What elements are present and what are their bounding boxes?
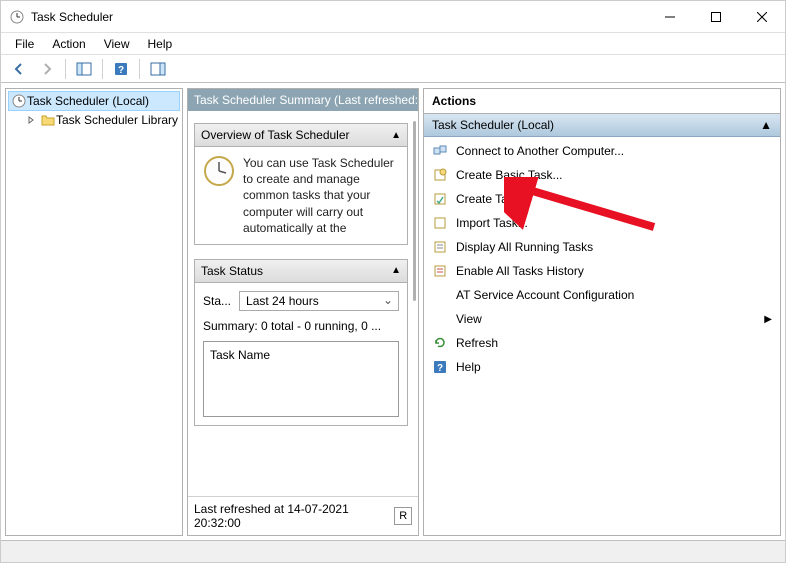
toolbar: ? bbox=[1, 55, 785, 83]
close-button[interactable] bbox=[739, 1, 785, 32]
tree-panel: Task Scheduler (Local) Task Scheduler Li… bbox=[5, 88, 183, 536]
center-header: Task Scheduler Summary (Last refreshed: … bbox=[188, 89, 418, 111]
task-status-group: Task Status ▲ Sta... Last 24 hours Summa… bbox=[194, 259, 408, 426]
resize-grip[interactable] bbox=[769, 541, 785, 562]
overview-group-header[interactable]: Overview of Task Scheduler ▲ bbox=[195, 124, 407, 147]
action-label: Create Basic Task... bbox=[456, 168, 772, 182]
action-label: Display All Running Tasks bbox=[456, 240, 772, 254]
display-running-icon bbox=[432, 239, 448, 255]
tree-root[interactable]: Task Scheduler (Local) bbox=[8, 91, 180, 111]
window-title: Task Scheduler bbox=[31, 10, 647, 24]
blank-icon bbox=[432, 287, 448, 303]
actions-pane-button[interactable] bbox=[146, 58, 170, 80]
refresh-button-small[interactable]: R bbox=[394, 507, 412, 525]
status-timeframe-select[interactable]: Last 24 hours bbox=[239, 291, 399, 311]
actions-title: Actions bbox=[424, 89, 780, 114]
maximize-button[interactable] bbox=[693, 1, 739, 32]
submenu-arrow-icon: ▶ bbox=[764, 314, 772, 325]
clock-icon bbox=[11, 93, 27, 109]
statusbar bbox=[1, 540, 785, 562]
task-status-title: Task Status bbox=[201, 264, 263, 278]
action-item-help[interactable]: ? Help bbox=[424, 355, 780, 379]
action-item-refresh[interactable]: Refresh bbox=[424, 331, 780, 355]
action-label: AT Service Account Configuration bbox=[456, 288, 772, 302]
action-label: Enable All Tasks History bbox=[456, 264, 772, 278]
app-icon bbox=[9, 9, 25, 25]
collapse-icon[interactable]: ▲ bbox=[760, 118, 772, 132]
blank-icon bbox=[432, 311, 448, 327]
overview-text: You can use Task Scheduler to create and… bbox=[243, 155, 399, 236]
forward-button[interactable] bbox=[35, 58, 59, 80]
actions-subheader-label: Task Scheduler (Local) bbox=[432, 118, 554, 132]
action-label: Refresh bbox=[456, 336, 772, 350]
show-hide-tree-button[interactable] bbox=[72, 58, 96, 80]
scrollbar-thumb[interactable] bbox=[413, 121, 416, 301]
menubar: File Action View Help bbox=[1, 33, 785, 55]
import-icon bbox=[432, 215, 448, 231]
action-label: Connect to Another Computer... bbox=[456, 144, 772, 158]
status-label: Sta... bbox=[203, 294, 231, 308]
action-item-at-service-account-configuration[interactable]: AT Service Account Configuration bbox=[424, 283, 780, 307]
collapse-icon[interactable]: ▲ bbox=[391, 265, 401, 276]
tree-root-label: Task Scheduler (Local) bbox=[27, 94, 149, 108]
refresh-icon bbox=[432, 335, 448, 351]
action-item-display-all-running-tasks[interactable]: Display All Running Tasks bbox=[424, 235, 780, 259]
help-button[interactable]: ? bbox=[109, 58, 133, 80]
enable-history-icon bbox=[432, 263, 448, 279]
action-label: Help bbox=[456, 360, 772, 374]
action-item-enable-all-tasks-history[interactable]: Enable All Tasks History bbox=[424, 259, 780, 283]
menu-view[interactable]: View bbox=[96, 35, 138, 53]
status-summary: Summary: 0 total - 0 running, 0 ... bbox=[203, 319, 399, 333]
task-icon bbox=[432, 191, 448, 207]
action-item-import-task[interactable]: Import Task... bbox=[424, 211, 780, 235]
basic-task-icon bbox=[432, 167, 448, 183]
content-area: Task Scheduler (Local) Task Scheduler Li… bbox=[1, 83, 785, 540]
action-label: Create Task... bbox=[456, 192, 772, 206]
center-panel: Task Scheduler Summary (Last refreshed: … bbox=[187, 88, 419, 536]
action-item-create-task[interactable]: Create Task... bbox=[424, 187, 780, 211]
menu-help[interactable]: Help bbox=[140, 35, 181, 53]
folder-icon bbox=[40, 112, 56, 128]
collapse-icon[interactable]: ▲ bbox=[391, 130, 401, 141]
menu-action[interactable]: Action bbox=[44, 35, 93, 53]
clock-large-icon bbox=[203, 155, 235, 236]
action-label: Import Task... bbox=[456, 216, 772, 230]
help-icon: ? bbox=[432, 359, 448, 375]
last-refreshed-text: Last refreshed at 14-07-2021 20:32:00 bbox=[194, 502, 394, 530]
actions-panel: Actions Task Scheduler (Local) ▲ Connect… bbox=[423, 88, 781, 536]
status-select-value: Last 24 hours bbox=[246, 294, 319, 308]
task-status-header[interactable]: Task Status ▲ bbox=[195, 260, 407, 283]
connect-icon bbox=[432, 143, 448, 159]
overview-title: Overview of Task Scheduler bbox=[201, 128, 350, 142]
action-label: View bbox=[456, 312, 756, 326]
task-list-header: Task Name bbox=[210, 348, 270, 362]
menu-file[interactable]: File bbox=[7, 35, 42, 53]
action-item-connect-to-another-computer[interactable]: Connect to Another Computer... bbox=[424, 139, 780, 163]
overview-group: Overview of Task Scheduler ▲ You can use… bbox=[194, 123, 408, 245]
back-button[interactable] bbox=[7, 58, 31, 80]
actions-subheader[interactable]: Task Scheduler (Local) ▲ bbox=[424, 114, 780, 137]
actions-list: Connect to Another Computer... Create Bas… bbox=[424, 137, 780, 381]
tree-child-label: Task Scheduler Library bbox=[56, 113, 178, 127]
tree-child[interactable]: Task Scheduler Library bbox=[24, 111, 180, 129]
tree-expander-icon[interactable] bbox=[26, 114, 38, 126]
minimize-button[interactable] bbox=[647, 1, 693, 32]
svg-text:?: ? bbox=[437, 363, 443, 374]
center-footer: Last refreshed at 14-07-2021 20:32:00 R bbox=[188, 496, 418, 535]
svg-text:?: ? bbox=[118, 65, 124, 76]
action-item-view[interactable]: View ▶ bbox=[424, 307, 780, 331]
titlebar: Task Scheduler bbox=[1, 1, 785, 33]
action-item-create-basic-task[interactable]: Create Basic Task... bbox=[424, 163, 780, 187]
task-list-box[interactable]: Task Name bbox=[203, 341, 399, 417]
